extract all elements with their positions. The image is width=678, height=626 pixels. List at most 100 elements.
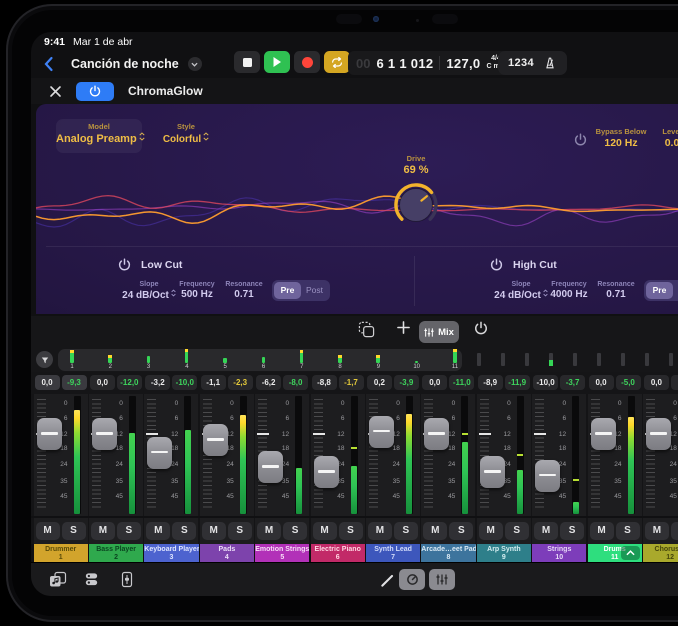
record-button[interactable] [294, 51, 320, 73]
track-header[interactable]: Drums11 [588, 544, 642, 562]
solo-button[interactable]: S [671, 522, 678, 540]
solo-button[interactable]: S [228, 522, 252, 540]
volume-fader[interactable] [591, 418, 616, 450]
channel-volume-value[interactable]: 0,0 [644, 375, 669, 390]
solo-button[interactable]: S [449, 522, 473, 540]
post-button[interactable]: Post [301, 282, 328, 299]
mute-button[interactable]: M [313, 522, 337, 540]
volume-fader[interactable] [314, 456, 339, 488]
bypass-power-icon[interactable] [574, 133, 587, 146]
track-header[interactable]: Pads4 [200, 544, 254, 562]
back-icon[interactable] [43, 56, 54, 72]
channel-peak-value[interactable] [671, 375, 678, 390]
add-track-button[interactable] [391, 321, 415, 334]
volume-fader[interactable] [535, 460, 560, 492]
mute-button[interactable]: M [257, 522, 281, 540]
channel-volume-value[interactable]: -6,2 [256, 375, 281, 390]
pencil-button[interactable] [380, 573, 395, 593]
track-header[interactable]: Keyboard Player3 [144, 544, 198, 562]
metronome-icon[interactable] [543, 56, 557, 70]
controls-view-button[interactable] [399, 569, 425, 590]
channel-volume-value[interactable]: -10,0 [533, 375, 558, 390]
solo-button[interactable]: S [339, 522, 363, 540]
mute-button[interactable]: M [590, 522, 614, 540]
channel-peak-value[interactable]: -8,0 [283, 375, 308, 390]
play-button[interactable] [264, 51, 290, 73]
song-title[interactable]: Canción de noche [71, 57, 179, 71]
track-header[interactable]: Drummer1 [34, 544, 88, 562]
channel-volume-value[interactable]: 0,0 [422, 375, 447, 390]
overview-meter-strip[interactable]: 1234567891011 [58, 349, 462, 371]
fader-tool-button[interactable] [119, 571, 135, 593]
track-header[interactable]: Emotion Strings5 [255, 544, 309, 562]
channel-peak-value[interactable]: -9,3 [62, 375, 87, 390]
solo-button[interactable]: S [172, 522, 196, 540]
channel-peak-value[interactable]: -5,0 [616, 375, 641, 390]
song-menu[interactable]: Canción de noche [43, 52, 202, 76]
mute-button[interactable]: M [534, 522, 558, 540]
song-chevron-icon[interactable] [188, 57, 202, 71]
model-selector[interactable]: Model Analog Preamp [56, 119, 142, 153]
mute-button[interactable]: M [202, 522, 226, 540]
volume-fader[interactable] [646, 418, 671, 450]
filter-button[interactable] [36, 351, 53, 368]
channel-volume-value[interactable]: -8,9 [478, 375, 503, 390]
cycle-button[interactable] [324, 51, 350, 73]
track-header[interactable]: Strings10 [532, 544, 586, 562]
mute-button[interactable]: M [146, 522, 170, 540]
post-button[interactable]: Post [673, 282, 678, 299]
pre-button[interactable]: Pre [274, 282, 301, 299]
plugin-power-button[interactable] [76, 82, 114, 101]
mixer-power-button[interactable] [469, 321, 493, 335]
mixer-view-button[interactable] [429, 569, 455, 590]
volume-fader[interactable] [92, 418, 117, 450]
track-header[interactable]: Arp Synth9 [477, 544, 531, 562]
level-control[interactable]: Level 0.0 [642, 127, 678, 150]
channel-volume-value[interactable]: -3,2 [145, 375, 170, 390]
drive-knob[interactable] [392, 181, 440, 229]
mute-button[interactable]: M [423, 522, 447, 540]
channel-volume-value[interactable]: 0,2 [367, 375, 392, 390]
pre-button[interactable]: Pre [646, 282, 673, 299]
channel-volume-value[interactable]: 0,0 [35, 375, 60, 390]
track-header[interactable]: Chorus V12 [643, 544, 678, 562]
track-header[interactable]: Electric Piano6 [311, 544, 365, 562]
mute-button[interactable]: M [91, 522, 115, 540]
channel-peak-value[interactable]: -2,3 [228, 375, 253, 390]
volume-fader[interactable] [203, 424, 228, 456]
volume-fader[interactable] [480, 456, 505, 488]
channel-volume-value[interactable]: -8,8 [312, 375, 337, 390]
volume-fader[interactable] [424, 418, 449, 450]
channel-volume-value[interactable]: 0,0 [589, 375, 614, 390]
stop-button[interactable] [234, 51, 260, 73]
mute-button[interactable]: M [368, 522, 392, 540]
channel-peak-value[interactable]: -11,0 [449, 375, 474, 390]
solo-button[interactable]: S [394, 522, 418, 540]
channel-volume-value[interactable]: -1,1 [201, 375, 226, 390]
track-header[interactable]: Arcade…eet Pad8 [421, 544, 475, 562]
browser-button[interactable] [83, 571, 100, 593]
close-icon[interactable] [49, 85, 62, 98]
mute-button[interactable]: M [479, 522, 503, 540]
mute-button[interactable]: M [645, 522, 669, 540]
track-header[interactable]: Bass Player2 [89, 544, 143, 562]
track-header[interactable]: Synth Lead7 [366, 544, 420, 562]
channel-peak-value[interactable]: -11,9 [505, 375, 530, 390]
volume-fader[interactable] [369, 416, 394, 448]
solo-button[interactable]: S [505, 522, 529, 540]
channel-peak-value[interactable]: -3,9 [394, 375, 419, 390]
volume-fader[interactable] [37, 418, 62, 450]
duplicate-button[interactable] [354, 321, 378, 338]
mix-view-button[interactable]: Mix [419, 321, 459, 343]
solo-button[interactable]: S [62, 522, 86, 540]
mute-button[interactable]: M [36, 522, 60, 540]
volume-fader[interactable] [258, 451, 283, 483]
high-cut-power-icon[interactable] [490, 258, 503, 271]
channel-peak-value[interactable]: -1,7 [339, 375, 364, 390]
solo-button[interactable]: S [616, 522, 640, 540]
volume-fader[interactable] [147, 437, 172, 469]
solo-button[interactable]: S [560, 522, 584, 540]
loop-browser-button[interactable] [49, 571, 67, 594]
count-in-button[interactable]: 1234 [508, 57, 534, 69]
low-cut-power-icon[interactable] [118, 258, 131, 271]
